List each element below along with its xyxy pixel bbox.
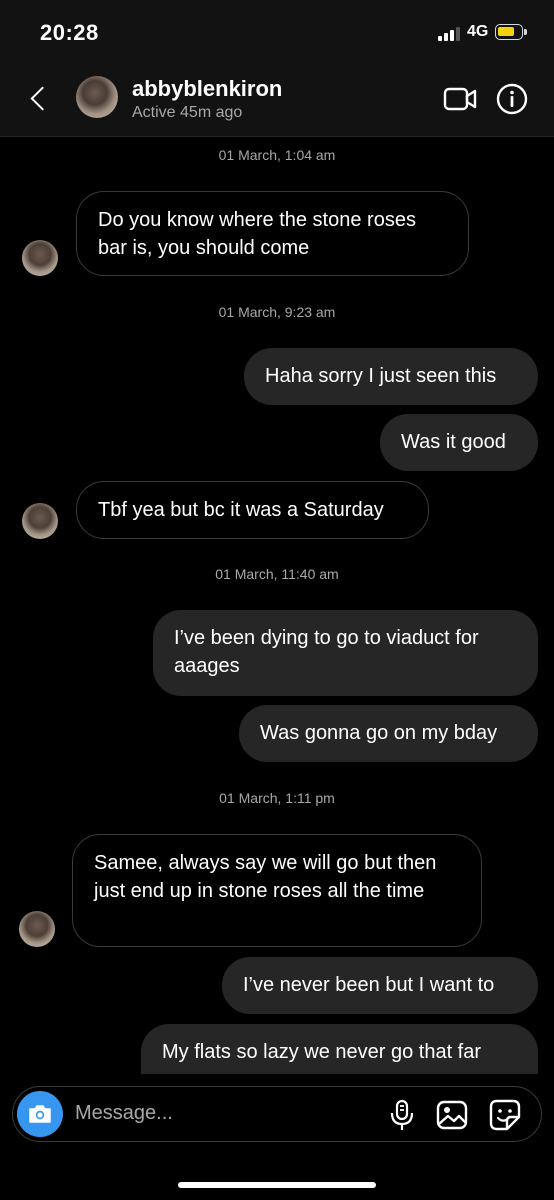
sticker-icon[interactable]	[489, 1099, 521, 1131]
received-message[interactable]: Tbf yea but bc it was a Saturday	[76, 481, 429, 539]
status-time: 20:28	[40, 20, 99, 45]
sent-message[interactable]: I’ve been dying to go to viaduct for aaa…	[153, 610, 538, 696]
received-message[interactable]: Do you know where the stone roses bar is…	[76, 191, 469, 276]
avatar[interactable]	[22, 240, 58, 276]
sent-message[interactable]: I’ve never been but I want to	[222, 957, 538, 1014]
signal-strength-icon	[438, 27, 460, 41]
video-call-icon[interactable]	[443, 86, 477, 112]
back-chevron-icon[interactable]	[26, 82, 56, 116]
network-type: 4G	[467, 23, 489, 40]
message-composer[interactable]: Message...	[12, 1086, 542, 1142]
active-status: Active 45m ago	[132, 104, 243, 121]
message-timestamp: 01 March, 1:11 pm	[219, 790, 335, 806]
message-input[interactable]: Message...	[75, 1102, 173, 1125]
chat-header: abbyblenkiron Active 45m ago	[0, 66, 554, 137]
avatar[interactable]	[76, 76, 118, 118]
home-indicator	[178, 1182, 376, 1188]
status-bar: 20:28 4G	[0, 0, 554, 66]
camera-button[interactable]	[17, 1091, 63, 1137]
message-timestamp: 01 March, 1:04 am	[218, 147, 336, 163]
sent-message[interactable]: Haha sorry I just seen this	[244, 348, 538, 405]
sent-message[interactable]: Was it good	[380, 414, 538, 471]
battery-icon	[495, 24, 527, 40]
avatar[interactable]	[22, 503, 58, 539]
microphone-icon[interactable]	[389, 1099, 415, 1131]
sent-message[interactable]: Was gonna go on my bday	[239, 705, 538, 762]
avatar[interactable]	[19, 911, 55, 947]
camera-icon	[29, 1105, 51, 1123]
gallery-icon[interactable]	[436, 1099, 468, 1131]
received-message[interactable]: Samee, always say we will go but then ju…	[72, 834, 482, 947]
message-timestamp: 01 March, 9:23 am	[218, 304, 336, 320]
info-icon[interactable]	[496, 83, 528, 115]
username[interactable]: abbyblenkiron	[132, 76, 282, 102]
message-timestamp: 01 March, 11:40 am	[215, 566, 339, 582]
